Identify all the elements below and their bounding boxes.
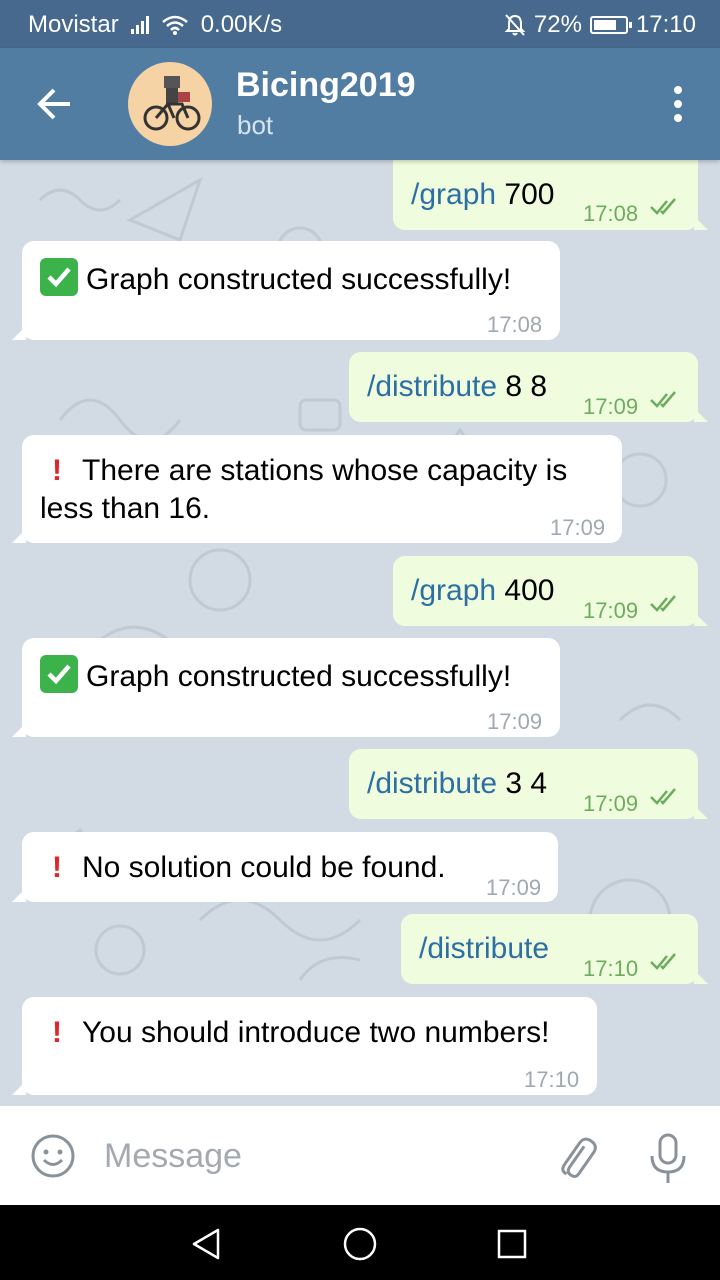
exclamation-icon: ! (52, 851, 62, 884)
message-text: You should introduce two numbers! (82, 1016, 550, 1049)
read-receipt-icon (650, 391, 676, 408)
battery-percent: 72% (533, 11, 582, 38)
paperclip-icon (561, 1137, 597, 1178)
incoming-message[interactable]: ! There are stations whose capacity is le… (12, 435, 622, 543)
command-link[interactable]: /distribute (419, 932, 549, 965)
outgoing-message[interactable]: /distribute 8 8 17:09 (349, 352, 708, 422)
message-input[interactable] (104, 1133, 524, 1179)
message-args: 400 (496, 574, 555, 607)
message-args: 700 (496, 178, 555, 211)
attach-button[interactable] (552, 1134, 600, 1182)
read-receipt-icon (650, 198, 676, 215)
check-mark-icon (40, 655, 78, 693)
outgoing-message[interactable]: /graph 700 17:08 (393, 160, 708, 230)
message-args: 8 8 (497, 370, 548, 403)
incoming-message[interactable]: Graph constructed successfully! 17:09 (12, 638, 560, 737)
more-vert-icon[interactable] (666, 86, 690, 122)
command-link[interactable]: /graph (411, 178, 496, 211)
nav-recents-icon[interactable] (496, 1228, 528, 1260)
message-list[interactable]: /graph 700 17:08 Graph constructed succe… (0, 160, 720, 1106)
message-time: 17:10 (583, 956, 639, 981)
exclamation-icon: ! (52, 1016, 62, 1049)
message-time: 17:10 (524, 1067, 580, 1092)
clock: 17:10 (635, 11, 696, 38)
system-navigation-bar (0, 1205, 720, 1280)
incoming-message[interactable]: ! You should introduce two numbers! 17:10 (12, 997, 597, 1095)
check-mark-icon (40, 258, 78, 296)
incoming-message[interactable]: ! No solution could be found. 17:09 (12, 832, 558, 902)
status-bar: Movistar 0.00K/s 72% 17:10 (0, 0, 720, 48)
message-time: 17:09 (583, 598, 639, 623)
message-time: 17:09 (486, 875, 542, 900)
back-button[interactable] (28, 80, 84, 128)
command-link[interactable]: /graph (411, 574, 496, 607)
incoming-message[interactable]: Graph constructed successfully! 17:08 (12, 241, 560, 340)
wifi-icon (161, 15, 188, 35)
nav-home-icon[interactable] (342, 1226, 378, 1262)
battery-icon (589, 16, 632, 34)
message-text: Graph constructed successfully! (86, 263, 512, 296)
chat-title[interactable]: Bicing2019 (236, 66, 416, 105)
status-bar-right: 72% 17:10 (504, 11, 696, 39)
chat-subtitle: bot (237, 110, 274, 140)
chat-header: Bicing2019 bot (0, 48, 720, 160)
message-args: 3 4 (497, 767, 548, 800)
nav-back-icon[interactable] (190, 1227, 222, 1261)
carrier-label: Movistar (28, 11, 119, 38)
message-time: 17:09 (550, 515, 606, 540)
message-time: 17:08 (487, 312, 543, 337)
message-text: No solution could be found. (82, 851, 446, 884)
outgoing-message[interactable]: /graph 400 17:09 (393, 556, 708, 626)
message-time: 17:08 (583, 201, 639, 226)
bell-muted-icon (504, 14, 526, 36)
read-receipt-icon (650, 595, 676, 612)
command-link[interactable]: /distribute (367, 370, 497, 403)
microphone-icon (650, 1133, 686, 1183)
bot-avatar[interactable] (128, 62, 212, 146)
message-text-continued: less than 16. (40, 492, 211, 525)
network-speed: 0.00K/s (200, 11, 283, 38)
bicycle-icon (143, 76, 201, 131)
emoji-button[interactable] (30, 1133, 76, 1179)
exclamation-icon: ! (52, 454, 62, 487)
outgoing-message[interactable]: /distribute 17:10 (401, 914, 708, 984)
message-time: 17:09 (583, 394, 639, 419)
message-text: There are stations whose capacity is (82, 454, 568, 487)
outgoing-message[interactable]: /distribute 3 4 17:09 (349, 749, 708, 819)
back-arrow-icon (37, 88, 70, 120)
message-text: Graph constructed successfully! (86, 660, 512, 693)
read-receipt-icon (650, 953, 676, 970)
read-receipt-icon (650, 788, 676, 805)
status-bar-left: Movistar 0.00K/s (28, 11, 282, 39)
smiley-icon (31, 1134, 75, 1178)
command-link[interactable]: /distribute (367, 767, 497, 800)
composer-bar (0, 1106, 720, 1205)
signal-icon (130, 16, 149, 34)
message-time: 17:09 (583, 791, 639, 816)
voice-record-button[interactable] (648, 1132, 688, 1186)
message-time: 17:09 (487, 709, 543, 734)
